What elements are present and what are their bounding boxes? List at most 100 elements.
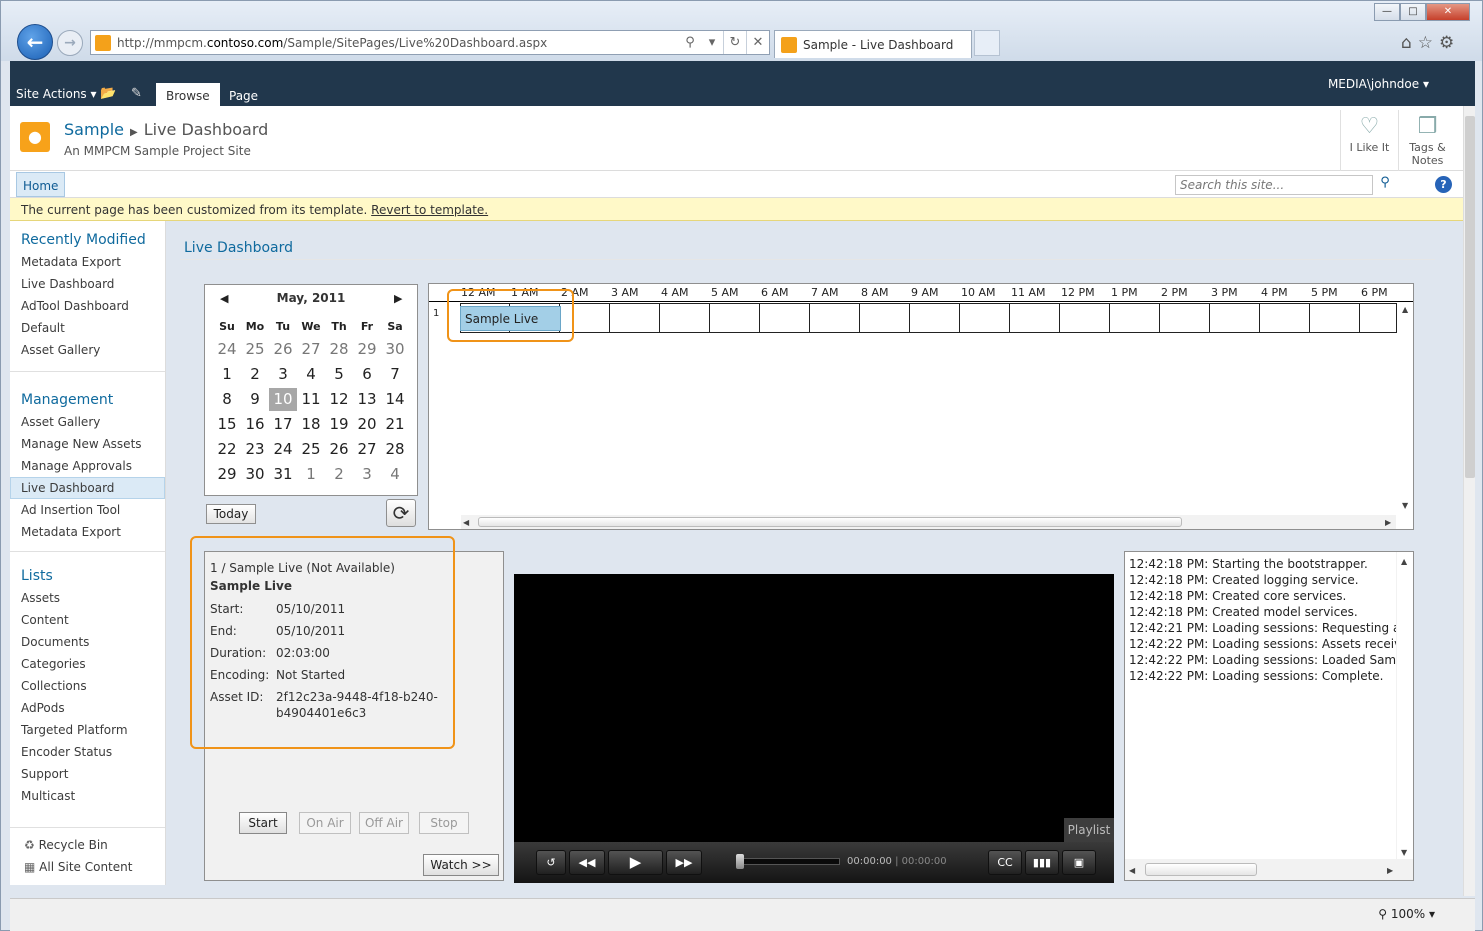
ql-heading-lists[interactable]: Lists — [21, 568, 53, 584]
calendar-day[interactable]: 18 — [297, 413, 325, 436]
calendar-day[interactable]: 21 — [381, 413, 409, 436]
close-button[interactable]: ✕ — [1426, 3, 1470, 21]
calendar-day[interactable]: 31 — [269, 463, 297, 486]
ql-item[interactable]: Categories — [21, 657, 86, 671]
calendar-day[interactable]: 11 — [297, 388, 325, 411]
browser-tab[interactable]: Sample - Live Dashboard — [774, 30, 972, 58]
calendar-day[interactable]: 20 — [353, 413, 381, 436]
ql-item[interactable]: Encoder Status — [21, 745, 112, 759]
calendar-day[interactable]: 12 — [325, 388, 353, 411]
schedule-cell[interactable] — [860, 303, 910, 333]
schedule-cell[interactable] — [610, 303, 660, 333]
schedule-cell[interactable] — [810, 303, 860, 333]
calendar-day[interactable]: 3 — [353, 463, 381, 486]
play-icon[interactable]: ▶ — [608, 850, 663, 875]
schedule-cell[interactable] — [660, 303, 710, 333]
replay-icon[interactable]: ↺ — [536, 850, 566, 875]
rewind-icon[interactable]: ◀◀ — [569, 850, 605, 875]
calendar-day[interactable]: 23 — [241, 438, 269, 461]
calendar-day[interactable]: 28 — [325, 338, 353, 361]
schedule-cell[interactable] — [710, 303, 760, 333]
calendar-day[interactable]: 25 — [297, 438, 325, 461]
calendar-day[interactable]: 28 — [381, 438, 409, 461]
site-actions-menu[interactable]: Site Actions ▾ — [16, 87, 97, 101]
ql-item[interactable]: Metadata Export — [21, 255, 121, 269]
schedule-vertical-scrollbar[interactable]: ▲ ▼ — [1398, 303, 1413, 513]
calendar-day[interactable]: 29 — [213, 463, 241, 486]
calendar-day[interactable]: 29 — [353, 338, 381, 361]
calendar-day[interactable]: 19 — [325, 413, 353, 436]
page-scroll-thumb[interactable] — [1465, 116, 1475, 478]
stop-icon[interactable]: ✕ — [747, 35, 769, 50]
recycle-bin-link[interactable]: ♻ Recycle Bin — [24, 838, 108, 852]
schedule-cell[interactable] — [1160, 303, 1210, 333]
ql-item[interactable]: Asset Gallery — [21, 415, 100, 429]
schedule-cell[interactable] — [1260, 303, 1310, 333]
ql-item[interactable]: Targeted Platform — [21, 723, 128, 737]
search-input[interactable]: Search this site... — [1175, 175, 1373, 195]
favorites-star-icon[interactable]: ☆ — [1418, 33, 1433, 53]
calendar-day[interactable]: 24 — [269, 438, 297, 461]
ql-item[interactable]: Manage Approvals — [21, 459, 132, 473]
forward-button[interactable]: → — [57, 30, 83, 56]
calendar-day[interactable]: 5 — [325, 363, 353, 386]
schedule-cell[interactable] — [1060, 303, 1110, 333]
search-button-icon[interactable]: ⚲ — [1375, 175, 1395, 195]
calendar-day[interactable]: 15 — [213, 413, 241, 436]
seek-handle[interactable] — [736, 854, 744, 869]
off-air-button[interactable]: Off Air — [359, 812, 409, 834]
refresh-icon[interactable]: ↻ — [724, 35, 746, 50]
playlist-button[interactable]: Playlist — [1064, 818, 1114, 842]
calendar-day[interactable]: 27 — [297, 338, 325, 361]
fullscreen-icon[interactable]: ▣ — [1062, 850, 1096, 875]
ql-item[interactable]: Collections — [21, 679, 87, 693]
calendar-day[interactable]: 10 — [269, 388, 297, 411]
ql-item[interactable]: Content — [21, 613, 69, 627]
scroll-thumb[interactable] — [1145, 863, 1257, 876]
calendar-day[interactable]: 25 — [241, 338, 269, 361]
calendar-day[interactable]: 4 — [297, 363, 325, 386]
tools-gear-icon[interactable]: ⚙ — [1439, 33, 1454, 53]
calendar-day[interactable]: 26 — [325, 438, 353, 461]
ql-heading-recent[interactable]: Recently Modified — [21, 232, 146, 248]
calendar-day[interactable]: 1 — [297, 463, 325, 486]
fast-forward-icon[interactable]: ▶▶ — [666, 850, 702, 875]
log-horizontal-scrollbar[interactable]: ◀ ▶ — [1125, 860, 1396, 880]
calendar-day[interactable]: 22 — [213, 438, 241, 461]
nav-home[interactable]: Home — [16, 172, 66, 197]
i-like-it-button[interactable]: ♡ I Like It — [1340, 110, 1398, 172]
schedule-cell[interactable] — [1360, 303, 1397, 333]
ql-item[interactable]: Support — [21, 767, 68, 781]
calendar-day[interactable]: 7 — [381, 363, 409, 386]
schedule-cell[interactable] — [1210, 303, 1260, 333]
tab-page[interactable]: Page — [219, 83, 268, 106]
refresh-icon[interactable]: ⟳ — [386, 499, 416, 527]
calendar-day[interactable]: 14 — [381, 388, 409, 411]
ql-item[interactable]: Asset Gallery — [21, 343, 100, 357]
user-menu[interactable]: MEDIA\johndoe ▾ — [1328, 77, 1429, 91]
calendar-day[interactable]: 27 — [353, 438, 381, 461]
prev-month-icon[interactable]: ◀ — [220, 292, 228, 305]
schedule-cell[interactable] — [760, 303, 810, 333]
start-button[interactable]: Start — [239, 812, 287, 834]
page-scrollbar[interactable] — [1463, 106, 1475, 896]
search-icon[interactable]: ⚲ — [679, 35, 701, 50]
ql-item[interactable]: Default — [21, 321, 65, 335]
ql-item[interactable]: Assets — [21, 591, 60, 605]
schedule-cell[interactable] — [1010, 303, 1060, 333]
ql-item-selected[interactable]: Live Dashboard — [10, 477, 165, 499]
ql-item[interactable]: Metadata Export — [21, 525, 121, 539]
ql-item[interactable]: AdPods — [21, 701, 65, 715]
breadcrumb-site-link[interactable]: Sample — [64, 120, 124, 139]
calendar-day[interactable]: 24 — [213, 338, 241, 361]
on-air-button[interactable]: On Air — [299, 812, 351, 834]
scroll-thumb[interactable] — [478, 517, 1182, 527]
schedule-cell[interactable] — [910, 303, 960, 333]
revert-template-link[interactable]: Revert to template. — [371, 203, 488, 217]
zoom-level[interactable]: ⚲ 100% ▾ — [1378, 907, 1435, 921]
navigate-up-icon[interactable]: 📂 — [100, 86, 116, 101]
log-vertical-scrollbar[interactable]: ▲ ▼ — [1397, 552, 1413, 859]
edit-page-icon[interactable]: ✎ — [131, 86, 147, 101]
ql-heading-management[interactable]: Management — [21, 392, 113, 408]
calendar-day[interactable]: 16 — [241, 413, 269, 436]
